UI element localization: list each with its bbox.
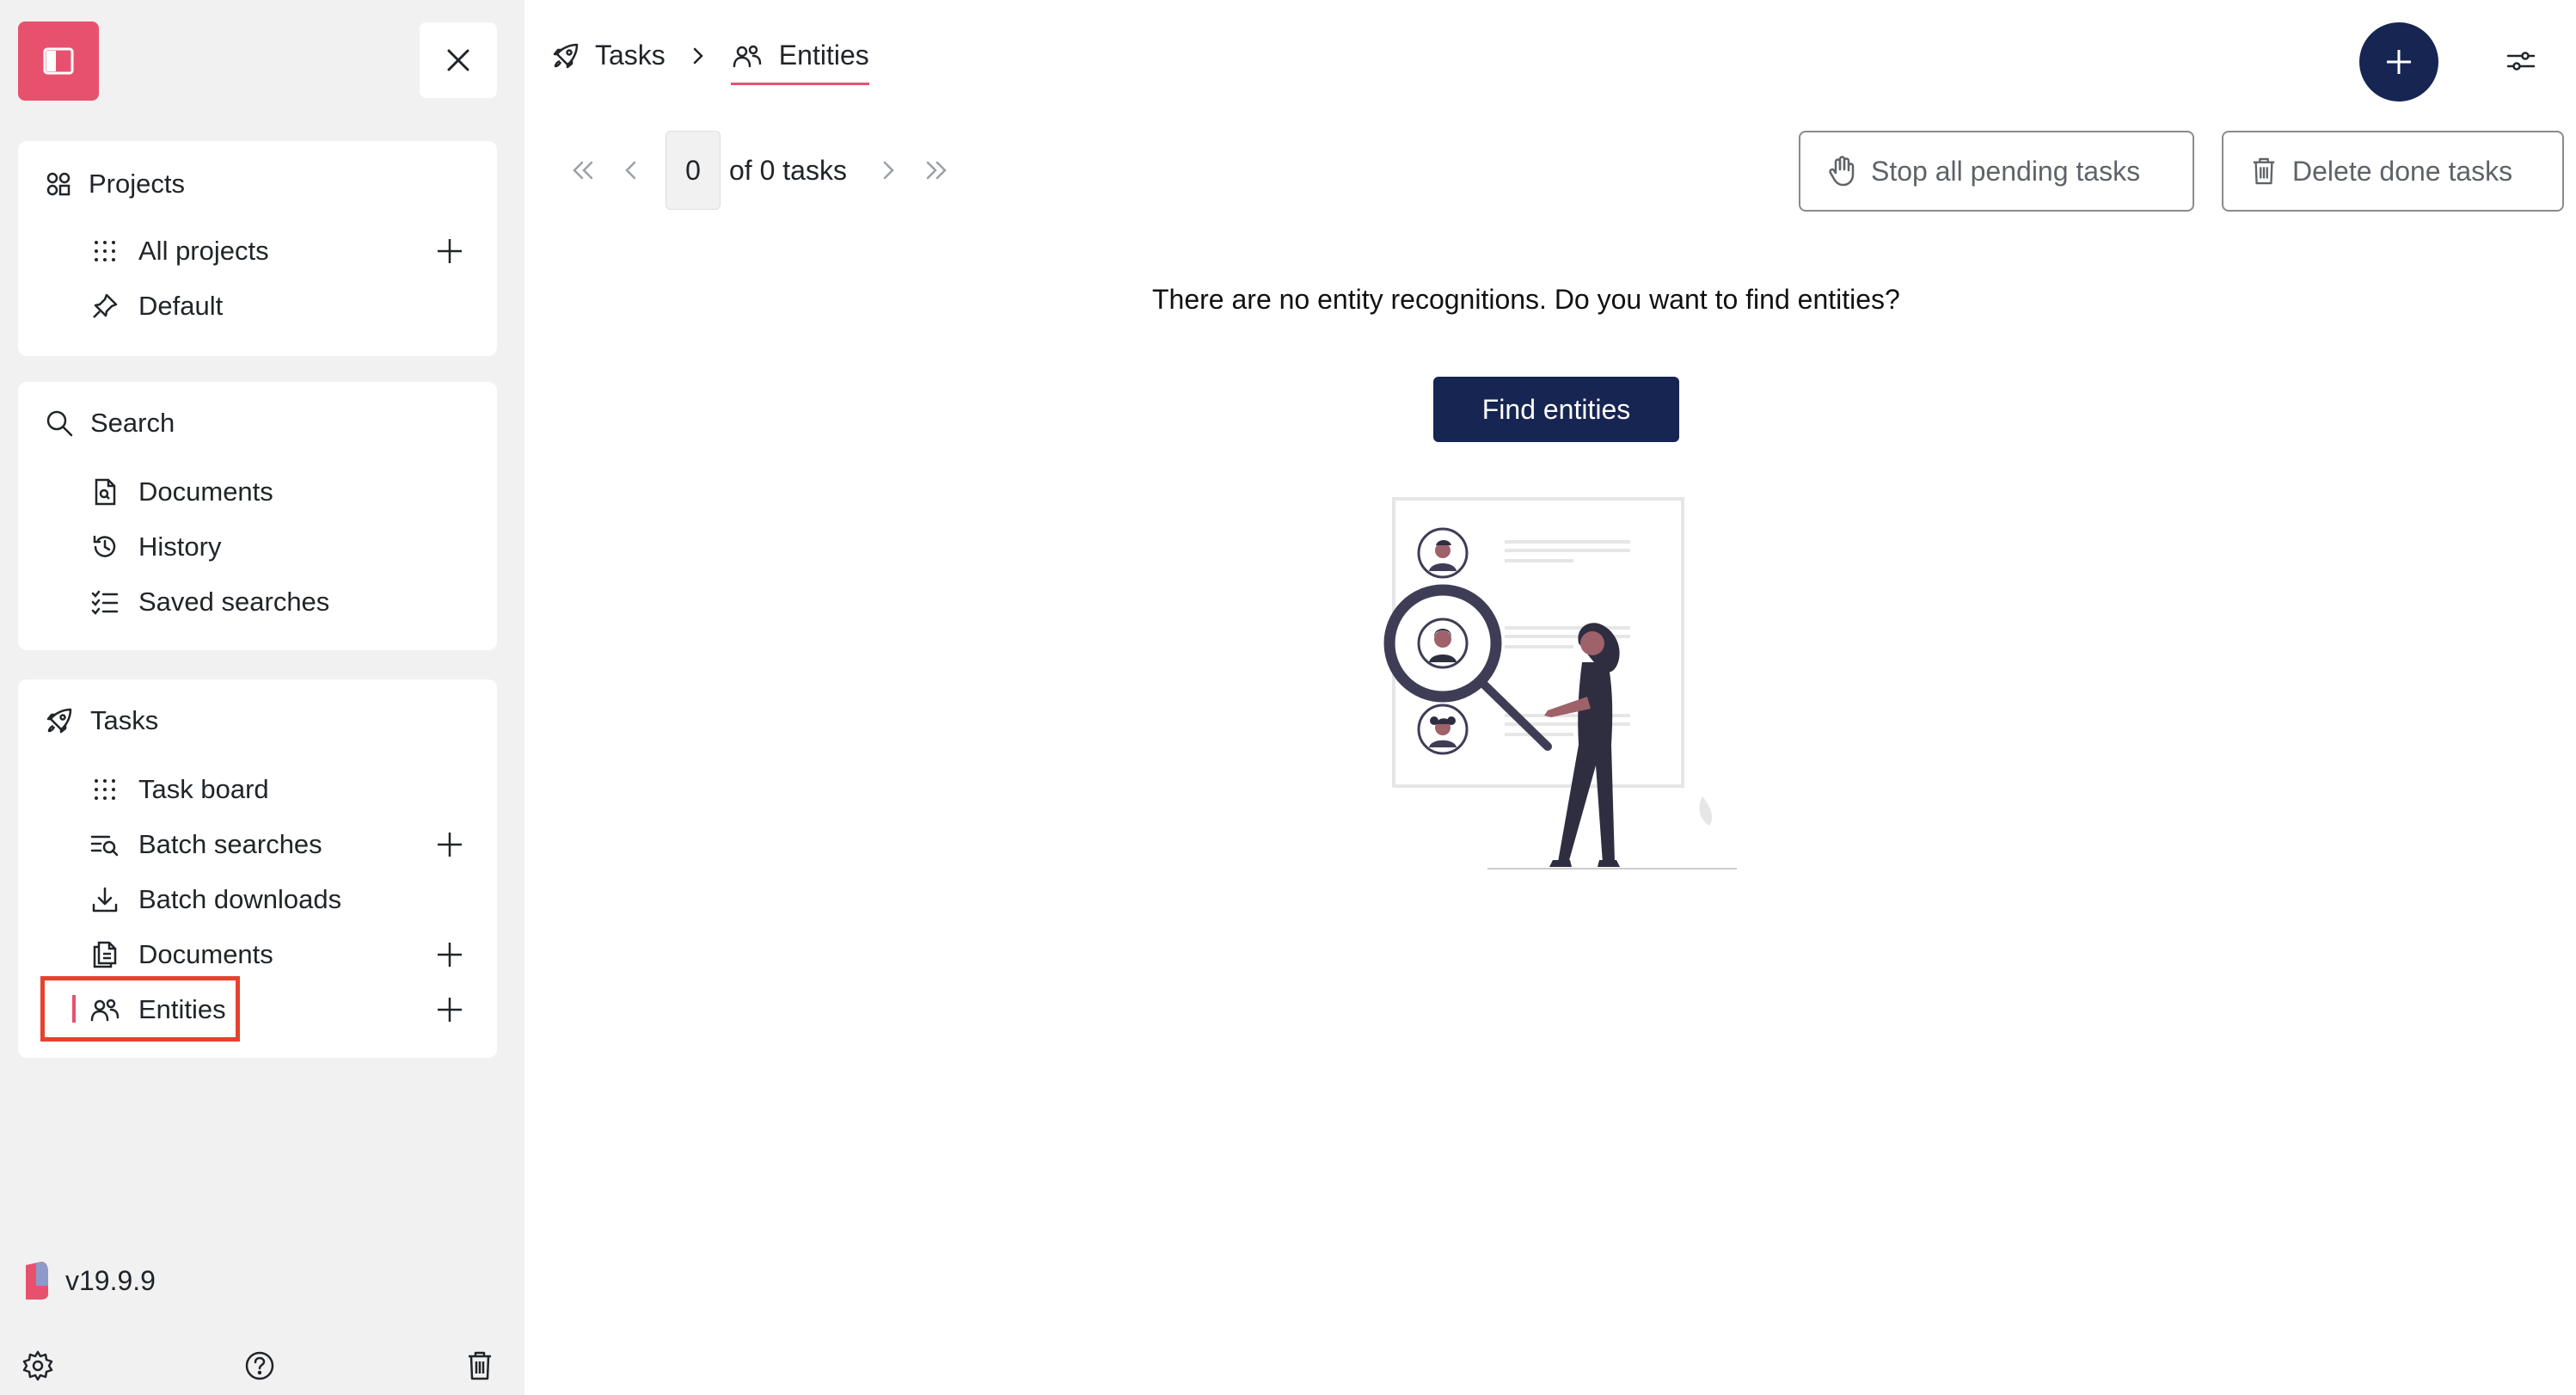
sidebar-item-label: Documents xyxy=(138,476,273,507)
sidebar-panel-icon xyxy=(43,47,74,75)
download-icon xyxy=(89,886,121,913)
sidebar-item-batch-searches[interactable]: Batch searches xyxy=(89,826,322,863)
add-batch-search-button[interactable] xyxy=(432,827,467,862)
plus-icon xyxy=(2387,50,2411,74)
double-chevron-left-icon xyxy=(573,161,593,180)
app-version: v19.9.9 xyxy=(24,1260,156,1301)
checklist-icon xyxy=(89,589,121,615)
projects-icon xyxy=(46,172,71,196)
delete-done-tasks-button[interactable]: Delete done tasks xyxy=(2222,131,2564,212)
chevron-left-icon xyxy=(625,161,636,180)
last-page-button[interactable] xyxy=(912,146,960,194)
sidebar: Projects All projects Default Search Doc… xyxy=(0,0,524,1395)
sliders-icon xyxy=(2506,52,2536,71)
sidebar-item-label: Default xyxy=(138,291,224,321)
grid-dots-icon xyxy=(89,238,121,264)
sidebar-item-label: Task board xyxy=(138,774,269,804)
double-chevron-right-icon xyxy=(926,161,947,180)
datashare-logo-icon xyxy=(26,1262,48,1300)
delete-done-label: Delete done tasks xyxy=(2292,155,2513,187)
stop-all-label: Stop all pending tasks xyxy=(1871,155,2141,187)
sidebar-item-label: Saved searches xyxy=(138,587,330,617)
sidebar-item-batch-downloads[interactable]: Batch downloads xyxy=(89,881,341,919)
hand-stop-icon xyxy=(1829,156,1855,187)
sidebar-item-label: Batch searches xyxy=(138,829,322,859)
tasks-label: Tasks xyxy=(90,705,159,735)
plus-icon xyxy=(438,943,462,967)
first-page-button[interactable] xyxy=(559,146,607,194)
sidebar-item-saved-searches[interactable]: Saved searches xyxy=(89,583,329,621)
sidebar-item-documents[interactable]: Documents xyxy=(89,473,273,511)
sidebar-item-label: All projects xyxy=(138,236,269,266)
new-task-button[interactable] xyxy=(2359,22,2438,101)
chevron-right-icon xyxy=(883,161,894,180)
breadcrumb-entities[interactable]: Entities xyxy=(730,40,869,85)
add-entities-task-button[interactable] xyxy=(432,992,467,1027)
rocket-icon xyxy=(553,43,579,68)
breadcrumb-label: Tasks xyxy=(595,40,665,71)
toggle-sidebar-button[interactable] xyxy=(18,22,99,101)
users-icon xyxy=(733,45,762,67)
projects-title[interactable]: Projects xyxy=(46,169,185,200)
search-title[interactable]: Search xyxy=(46,408,175,439)
plus-icon xyxy=(438,239,462,263)
tasks-title[interactable]: Tasks xyxy=(46,705,158,736)
find-entities-button[interactable]: Find entities xyxy=(1433,377,1679,442)
active-item-highlight xyxy=(40,976,240,1042)
sidebar-item-all-projects[interactable]: All projects xyxy=(89,232,269,270)
pin-icon xyxy=(89,292,121,320)
documents-icon xyxy=(89,941,121,968)
projects-card: Projects All projects Default xyxy=(18,141,497,356)
file-search-icon xyxy=(89,478,121,506)
previous-page-button[interactable] xyxy=(607,146,655,194)
version-label: v19.9.9 xyxy=(65,1264,156,1296)
search-icon xyxy=(46,410,73,437)
entity-search-illustration xyxy=(1383,497,1737,870)
search-label: Search xyxy=(90,408,175,438)
help-icon xyxy=(245,1351,274,1380)
breadcrumb-label: Entities xyxy=(778,40,869,71)
trash-icon xyxy=(2253,157,2275,185)
sidebar-item-label: History xyxy=(138,532,222,562)
sidebar-item-label: Documents xyxy=(138,939,273,969)
active-item-indicator xyxy=(72,995,76,1023)
sidebar-item-history[interactable]: History xyxy=(89,528,221,566)
projects-label: Projects xyxy=(89,169,185,199)
filter-settings-button[interactable] xyxy=(2504,45,2538,79)
gear-icon xyxy=(22,1350,53,1381)
search-card: Search Documents History Saved searches xyxy=(18,382,497,650)
page-number-value: 0 xyxy=(685,154,701,186)
help-button[interactable] xyxy=(241,1347,279,1385)
clear-data-button[interactable] xyxy=(461,1347,499,1385)
breadcrumb: Tasks Entities xyxy=(552,40,869,85)
grid-dots-icon xyxy=(89,777,121,802)
breadcrumb-tasks[interactable]: Tasks xyxy=(552,40,665,71)
plus-icon xyxy=(438,833,462,857)
rocket-icon xyxy=(46,708,72,734)
add-documents-task-button[interactable] xyxy=(432,937,467,972)
list-search-icon xyxy=(89,832,121,857)
pagination: 0 of 0 tasks xyxy=(559,131,960,210)
trash-icon xyxy=(469,1351,491,1380)
sidebar-item-task-documents[interactable]: Documents xyxy=(89,936,273,974)
sidebar-item-label: Batch downloads xyxy=(138,884,342,914)
next-page-button[interactable] xyxy=(864,146,912,194)
close-icon xyxy=(447,49,469,71)
sidebar-item-task-board[interactable]: Task board xyxy=(89,771,269,808)
add-project-button[interactable] xyxy=(432,234,467,268)
chevron-right-icon xyxy=(693,47,703,64)
stop-all-pending-tasks-button[interactable]: Stop all pending tasks xyxy=(1799,131,2194,212)
settings-button[interactable] xyxy=(19,1347,57,1385)
sidebar-item-default[interactable]: Default xyxy=(89,287,223,325)
page-number-input[interactable]: 0 xyxy=(665,131,721,210)
empty-state-message: There are no entity recognitions. Do you… xyxy=(1152,284,1900,315)
plus-icon xyxy=(438,998,462,1022)
close-sidebar-button[interactable] xyxy=(420,22,497,98)
history-icon xyxy=(89,533,121,561)
page-count-text: of 0 tasks xyxy=(729,154,847,186)
